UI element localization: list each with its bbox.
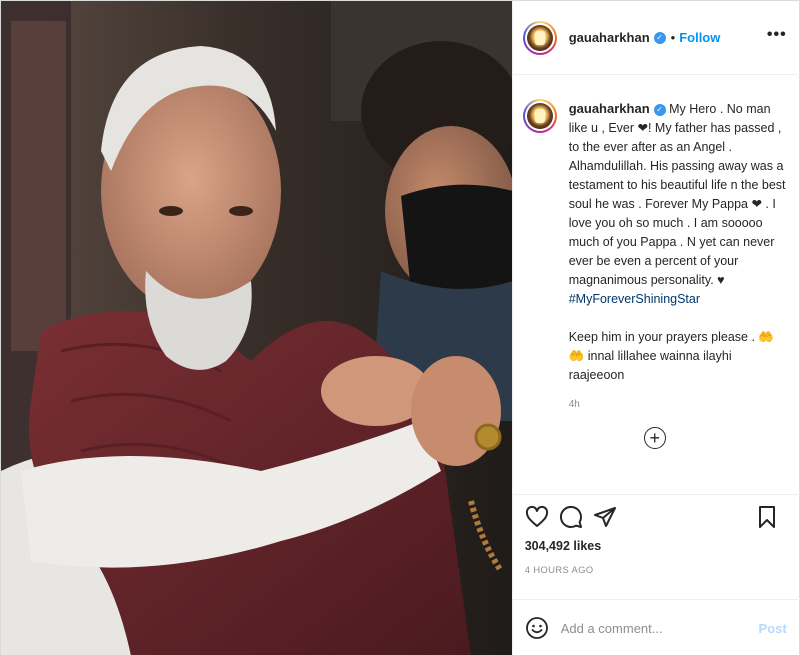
bookmark-icon[interactable] [755, 505, 779, 529]
caption-area: gauaharkhan ✓ My Hero . No man like u , E… [513, 75, 800, 495]
caption-paragraph-1: gauaharkhan ✓ My Hero . No man like u , E… [569, 99, 789, 309]
more-options-icon[interactable]: ••• [767, 27, 787, 43]
header-separator: • [670, 30, 676, 45]
post-comment-button[interactable]: Post [759, 621, 787, 636]
action-icons [525, 495, 789, 539]
post-photo[interactable] [1, 1, 512, 655]
comment-icon[interactable] [559, 505, 583, 529]
plus-circle-icon[interactable]: + [643, 427, 666, 449]
smiley-icon[interactable] [525, 616, 549, 640]
caption-timestamp: 4h [568, 399, 580, 410]
post-sidebar: gauaharkhan ✓ • Follow ••• gauaharkhan ✓ … [511, 1, 800, 655]
caption-username[interactable]: gauaharkhan [569, 101, 650, 116]
caption-body: My Hero . No man like u , Ever ❤! My fat… [568, 102, 786, 287]
likes-count[interactable]: 304,492 likes [525, 539, 789, 553]
verified-badge-icon: ✓ [653, 103, 666, 116]
verified-badge-icon: ✓ [653, 31, 666, 44]
header-username[interactable]: gauaharkhan [569, 30, 650, 45]
caption-avatar-image [526, 103, 553, 129]
caption-row: gauaharkhan ✓ My Hero . No man like u , E… [522, 99, 791, 385]
follow-button[interactable]: Follow [679, 30, 720, 45]
avatar[interactable] [522, 20, 557, 55]
caption-text: gauaharkhan ✓ My Hero . No man like u , E… [569, 99, 789, 385]
comment-input[interactable] [560, 620, 759, 636]
heart-icon[interactable] [525, 505, 549, 529]
elderly-man-photo [1, 1, 512, 655]
paper-plane-icon[interactable] [593, 505, 617, 529]
avatar-image [526, 24, 553, 51]
post-time[interactable]: 4 HOURS AGO [525, 565, 789, 576]
caption-avatar[interactable] [522, 99, 557, 133]
post-header: gauaharkhan ✓ • Follow ••• [512, 1, 800, 75]
hashtag-link[interactable]: #MyForeverShiningStar [569, 292, 700, 306]
instagram-post: gauaharkhan ✓ • Follow ••• gauaharkhan ✓ … [0, 0, 800, 655]
caption-paragraph-2: Keep him in your prayers please . 🤲🤲 inn… [568, 330, 774, 382]
comment-bar: Post [512, 599, 800, 655]
post-actions: 304,492 likes 4 HOURS AGO [512, 494, 800, 596]
